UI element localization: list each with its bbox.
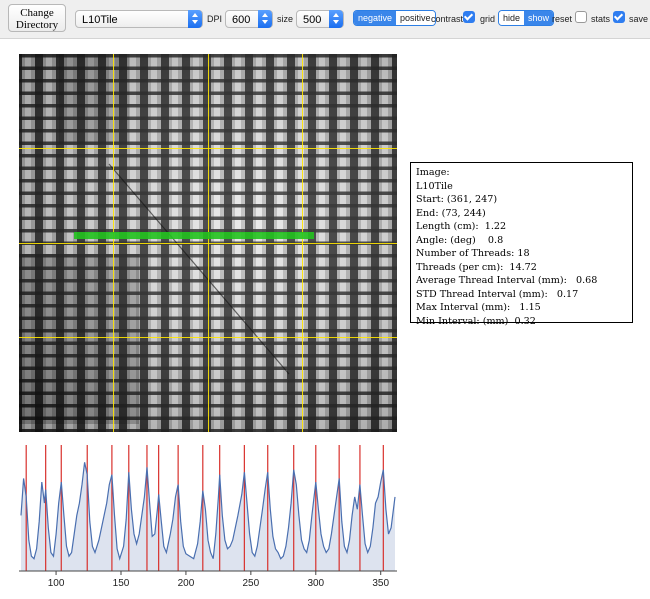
stats-panel: Image: L10Tile Start: (361, 247) End: (73, … [410, 162, 633, 327]
fabric-image[interactable] [19, 54, 397, 432]
select-arrows-icon [258, 10, 272, 28]
save-label: save [629, 14, 649, 24]
select-arrows-icon [188, 10, 202, 28]
grid-line [113, 54, 114, 432]
measure-line[interactable] [74, 232, 314, 239]
stats-line: Threads (per cm): 14.72 [416, 261, 537, 273]
size-label: size [277, 14, 294, 24]
grid-label: grid [480, 14, 496, 24]
x-tick-label: 350 [372, 578, 389, 589]
toolbar: Change Directory L10Tile DPI 600 size 50… [0, 0, 650, 39]
grid-toggle[interactable]: hide show [498, 10, 555, 26]
stats-line: Start: (361, 247) [416, 194, 498, 205]
size-select-value: 500 [303, 14, 322, 26]
x-tick-label: 250 [243, 578, 260, 589]
stats-checkbox[interactable] [575, 11, 587, 23]
stats-line: L10Tile [416, 180, 453, 192]
stats-line: End: (73, 244) [416, 207, 486, 219]
x-tick-label: 200 [178, 578, 195, 589]
file-select-value: L10Tile [82, 14, 118, 26]
x-tick-label: 150 [113, 578, 130, 589]
stats-line: Angle: (deg) 0.8 [416, 234, 504, 246]
file-select[interactable]: L10Tile [75, 10, 203, 28]
x-tick-label: 100 [48, 578, 65, 589]
stats-line: Length (cm): 1.22 [416, 221, 507, 232]
grid-line [302, 54, 303, 432]
negative-option[interactable]: negative [354, 11, 397, 25]
stats-line: Image: [416, 167, 450, 178]
hide-grid-option[interactable]: hide [499, 11, 525, 25]
intensity-profile-chart: 100 150 200 250 300 350 [19, 445, 397, 589]
stats-line: Max Interval (mm): 1.15 [416, 302, 541, 313]
select-arrows-icon [329, 10, 343, 28]
dpi-select[interactable]: 600 [225, 10, 273, 28]
size-select[interactable]: 500 [296, 10, 344, 28]
x-tick-label: 300 [307, 578, 324, 589]
stats-line: Average Thread Interval (mm): 0.68 [416, 275, 598, 286]
show-grid-option[interactable]: show [524, 11, 554, 25]
contrast-label: contrast [431, 14, 464, 24]
dpi-label: DPI [207, 14, 223, 24]
reset-button[interactable]: reset [552, 13, 572, 25]
save-checkbox[interactable] [613, 11, 625, 23]
dpi-select-value: 600 [232, 14, 251, 26]
stats-line: Number of Threads: 18 [416, 248, 530, 259]
grid-line [208, 54, 209, 432]
polarity-toggle[interactable]: negative positive [353, 10, 436, 26]
stats-line: Min Interval: (mm) 0.32 [416, 315, 536, 327]
stats-line: STD Thread Interval (mm): 0.17 [416, 288, 579, 300]
contrast-checkbox[interactable] [463, 11, 475, 23]
change-directory-button[interactable]: Change Directory [8, 4, 66, 32]
stats-label: stats [591, 14, 611, 24]
positive-option[interactable]: positive [396, 11, 435, 25]
